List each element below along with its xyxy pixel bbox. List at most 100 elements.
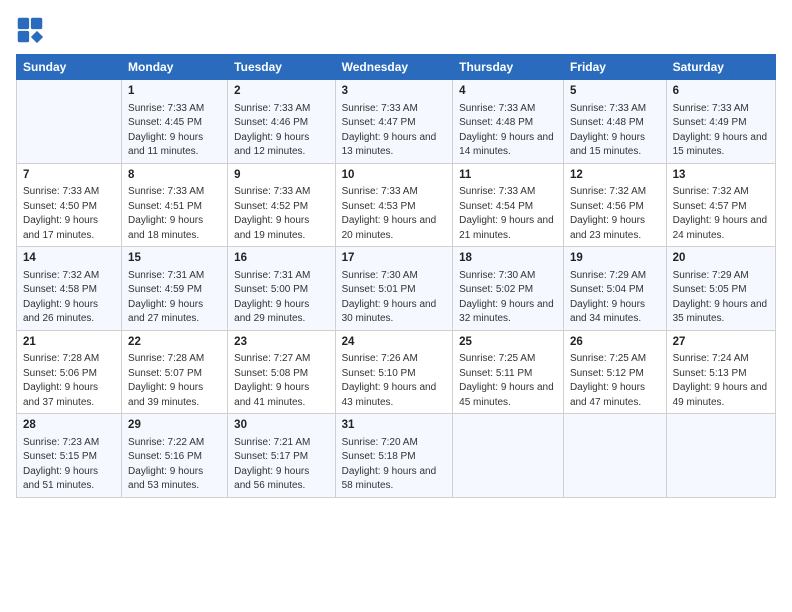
calendar-cell <box>17 80 122 164</box>
calendar-cell: 5 Sunrise: 7:33 AMSunset: 4:48 PMDaylight… <box>563 80 666 164</box>
calendar-cell: 31Sunrise: 7:20 AMSunset: 5:18 PMDayligh… <box>335 414 453 498</box>
calendar-cell: 20 Sunrise: 7:29 AMSunset: 5:05 PMDayligh… <box>666 247 775 331</box>
cell-sunrise: Sunrise: 7:21 AMSunset: 5:17 PMDaylight:… <box>234 437 310 492</box>
cell-sunrise: Sunrise: 7:33 AMSunset: 4:52 PMDaylight:… <box>234 186 310 241</box>
day-number: 20 <box>673 251 769 267</box>
header <box>16 16 776 44</box>
cell-sunrise: Sunrise: 7:30 AMSunset: 5:02 PMDaylight:… <box>459 270 554 325</box>
calendar-cell: 25Sunrise: 7:25 AMSunset: 5:11 PMDayligh… <box>453 330 564 414</box>
column-header-tuesday: Tuesday <box>228 55 335 80</box>
calendar-cell: 30 Sunrise: 7:21 AMSunset: 5:17 PMDayligh… <box>228 414 335 498</box>
week-row-5: 28Sunrise: 7:23 AMSunset: 5:15 PMDayligh… <box>17 414 776 498</box>
calendar-cell: 2 Sunrise: 7:33 AMSunset: 4:46 PMDaylight… <box>228 80 335 164</box>
day-number: 7 <box>23 168 115 184</box>
day-number: 4 <box>459 84 557 100</box>
calendar-cell: 22 Sunrise: 7:28 AMSunset: 5:07 PMDayligh… <box>122 330 228 414</box>
calendar-cell: 10 Sunrise: 7:33 AMSunset: 4:53 PMDayligh… <box>335 163 453 247</box>
day-number: 15 <box>128 251 221 267</box>
day-number: 26 <box>570 335 660 351</box>
column-header-sunday: Sunday <box>17 55 122 80</box>
calendar-cell: 27 Sunrise: 7:24 AMSunset: 5:13 PMDayligh… <box>666 330 775 414</box>
calendar-cell: 21Sunrise: 7:28 AMSunset: 5:06 PMDayligh… <box>17 330 122 414</box>
cell-sunrise: Sunrise: 7:33 AMSunset: 4:46 PMDaylight:… <box>234 103 310 158</box>
cell-sunrise: Sunrise: 7:33 AMSunset: 4:47 PMDaylight:… <box>342 103 437 158</box>
cell-sunrise: Sunrise: 7:27 AMSunset: 5:08 PMDaylight:… <box>234 353 310 408</box>
day-number: 12 <box>570 168 660 184</box>
calendar-cell: 16 Sunrise: 7:31 AMSunset: 5:00 PMDayligh… <box>228 247 335 331</box>
cell-sunrise: Sunrise: 7:28 AMSunset: 5:07 PMDaylight:… <box>128 353 204 408</box>
calendar-cell: 18 Sunrise: 7:30 AMSunset: 5:02 PMDayligh… <box>453 247 564 331</box>
cell-sunrise: Sunrise: 7:31 AMSunset: 5:00 PMDaylight:… <box>234 270 310 325</box>
calendar-cell: 9 Sunrise: 7:33 AMSunset: 4:52 PMDaylight… <box>228 163 335 247</box>
calendar-table: SundayMondayTuesdayWednesdayThursdayFrid… <box>16 54 776 498</box>
cell-sunrise: Sunrise: 7:25 AMSunset: 5:11 PMDaylight:… <box>459 353 554 408</box>
cell-sunrise: Sunrise: 7:33 AMSunset: 4:54 PMDaylight:… <box>459 186 554 241</box>
calendar-container: SundayMondayTuesdayWednesdayThursdayFrid… <box>0 0 792 612</box>
calendar-cell <box>453 414 564 498</box>
cell-sunrise: Sunrise: 7:33 AMSunset: 4:45 PMDaylight:… <box>128 103 204 158</box>
cell-sunrise: Sunrise: 7:22 AMSunset: 5:16 PMDaylight:… <box>128 437 204 492</box>
day-number: 30 <box>234 418 328 434</box>
calendar-cell: 26 Sunrise: 7:25 AMSunset: 5:12 PMDayligh… <box>563 330 666 414</box>
calendar-cell: 1 Sunrise: 7:33 AMSunset: 4:45 PMDaylight… <box>122 80 228 164</box>
cell-sunrise: Sunrise: 7:24 AMSunset: 5:13 PMDaylight:… <box>673 353 768 408</box>
cell-sunrise: Sunrise: 7:30 AMSunset: 5:01 PMDaylight:… <box>342 270 437 325</box>
day-number: 21 <box>23 335 115 351</box>
calendar-cell: 3 Sunrise: 7:33 AMSunset: 4:47 PMDaylight… <box>335 80 453 164</box>
cell-sunrise: Sunrise: 7:33 AMSunset: 4:53 PMDaylight:… <box>342 186 437 241</box>
calendar-cell <box>563 414 666 498</box>
day-number: 22 <box>128 335 221 351</box>
calendar-cell <box>666 414 775 498</box>
header-row: SundayMondayTuesdayWednesdayThursdayFrid… <box>17 55 776 80</box>
cell-sunrise: Sunrise: 7:25 AMSunset: 5:12 PMDaylight:… <box>570 353 646 408</box>
cell-sunrise: Sunrise: 7:23 AMSunset: 5:15 PMDaylight:… <box>23 437 99 492</box>
calendar-cell: 13 Sunrise: 7:32 AMSunset: 4:57 PMDayligh… <box>666 163 775 247</box>
logo <box>16 16 48 44</box>
day-number: 23 <box>234 335 328 351</box>
day-number: 1 <box>128 84 221 100</box>
day-number: 5 <box>570 84 660 100</box>
cell-sunrise: Sunrise: 7:33 AMSunset: 4:51 PMDaylight:… <box>128 186 204 241</box>
day-number: 17 <box>342 251 447 267</box>
cell-sunrise: Sunrise: 7:33 AMSunset: 4:48 PMDaylight:… <box>459 103 554 158</box>
day-number: 18 <box>459 251 557 267</box>
cell-sunrise: Sunrise: 7:31 AMSunset: 4:59 PMDaylight:… <box>128 270 204 325</box>
calendar-cell: 19 Sunrise: 7:29 AMSunset: 5:04 PMDayligh… <box>563 247 666 331</box>
column-header-saturday: Saturday <box>666 55 775 80</box>
cell-sunrise: Sunrise: 7:33 AMSunset: 4:50 PMDaylight:… <box>23 186 99 241</box>
day-number: 3 <box>342 84 447 100</box>
cell-sunrise: Sunrise: 7:29 AMSunset: 5:05 PMDaylight:… <box>673 270 768 325</box>
calendar-cell: 8 Sunrise: 7:33 AMSunset: 4:51 PMDaylight… <box>122 163 228 247</box>
week-row-4: 21Sunrise: 7:28 AMSunset: 5:06 PMDayligh… <box>17 330 776 414</box>
day-number: 2 <box>234 84 328 100</box>
day-number: 31 <box>342 418 447 434</box>
week-row-3: 14Sunrise: 7:32 AMSunset: 4:58 PMDayligh… <box>17 247 776 331</box>
cell-sunrise: Sunrise: 7:32 AMSunset: 4:56 PMDaylight:… <box>570 186 646 241</box>
week-row-1: 1 Sunrise: 7:33 AMSunset: 4:45 PMDaylight… <box>17 80 776 164</box>
day-number: 10 <box>342 168 447 184</box>
day-number: 9 <box>234 168 328 184</box>
day-number: 11 <box>459 168 557 184</box>
day-number: 13 <box>673 168 769 184</box>
week-row-2: 7 Sunrise: 7:33 AMSunset: 4:50 PMDaylight… <box>17 163 776 247</box>
calendar-header: SundayMondayTuesdayWednesdayThursdayFrid… <box>17 55 776 80</box>
calendar-cell: 11 Sunrise: 7:33 AMSunset: 4:54 PMDayligh… <box>453 163 564 247</box>
cell-sunrise: Sunrise: 7:29 AMSunset: 5:04 PMDaylight:… <box>570 270 646 325</box>
calendar-body: 1 Sunrise: 7:33 AMSunset: 4:45 PMDaylight… <box>17 80 776 498</box>
calendar-cell: 23 Sunrise: 7:27 AMSunset: 5:08 PMDayligh… <box>228 330 335 414</box>
column-header-friday: Friday <box>563 55 666 80</box>
column-header-thursday: Thursday <box>453 55 564 80</box>
logo-icon <box>16 16 44 44</box>
calendar-cell: 6Sunrise: 7:33 AMSunset: 4:49 PMDaylight… <box>666 80 775 164</box>
day-number: 19 <box>570 251 660 267</box>
day-number: 27 <box>673 335 769 351</box>
calendar-cell: 12 Sunrise: 7:32 AMSunset: 4:56 PMDayligh… <box>563 163 666 247</box>
calendar-cell: 24Sunrise: 7:26 AMSunset: 5:10 PMDayligh… <box>335 330 453 414</box>
day-number: 29 <box>128 418 221 434</box>
day-number: 8 <box>128 168 221 184</box>
calendar-cell: 17 Sunrise: 7:30 AMSunset: 5:01 PMDayligh… <box>335 247 453 331</box>
calendar-cell: 29 Sunrise: 7:22 AMSunset: 5:16 PMDayligh… <box>122 414 228 498</box>
cell-sunrise: Sunrise: 7:33 AMSunset: 4:48 PMDaylight:… <box>570 103 646 158</box>
cell-sunrise: Sunrise: 7:32 AMSunset: 4:57 PMDaylight:… <box>673 186 768 241</box>
day-number: 16 <box>234 251 328 267</box>
